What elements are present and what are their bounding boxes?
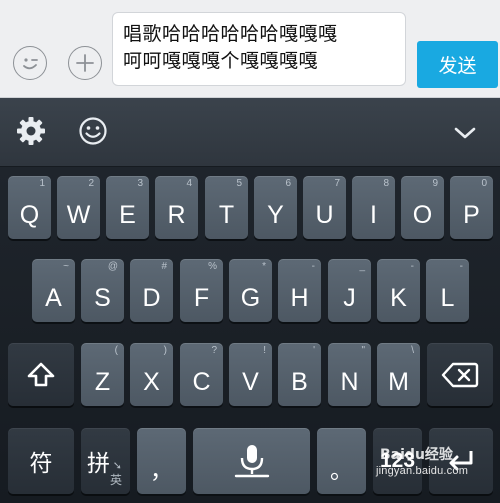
key-z[interactable]: (Z — [81, 343, 124, 406]
key-a[interactable]: ~ A — [32, 259, 75, 322]
key-m[interactable]: \ M — [377, 343, 420, 406]
key-r[interactable]: 4R — [155, 176, 198, 239]
keyboard-emoji-button[interactable] — [76, 114, 110, 148]
message-input[interactable]: 唱歌哈哈哈哈哈哈嘎嘎嘎 呵呵嘎嘎嘎个嘎嘎嘎嘎 — [112, 12, 406, 86]
message-composer: 唱歌哈哈哈哈哈哈嘎嘎嘎 呵呵嘎嘎嘎个嘎嘎嘎嘎 发送 — [0, 0, 500, 98]
key-w[interactable]: 2W — [57, 176, 100, 239]
key-o[interactable]: 9O — [401, 176, 444, 239]
key-x[interactable]: ) X — [130, 343, 173, 406]
key-i[interactable]: 8I — [352, 176, 395, 239]
more-options-button[interactable] — [68, 46, 102, 80]
key-g[interactable]: * G — [229, 259, 272, 322]
emoji-button[interactable] — [13, 46, 47, 80]
backspace-icon — [441, 362, 479, 387]
key-e[interactable]: 3E — [106, 176, 149, 239]
chevron-down-icon — [454, 127, 476, 139]
key-v[interactable]: ! V — [229, 343, 272, 406]
plus-icon — [76, 54, 94, 72]
emoji-wink-icon — [23, 58, 38, 70]
key-b[interactable]: ' B — [278, 343, 321, 406]
watermark-brand: Baidu经验 — [380, 447, 453, 463]
key-y[interactable]: 6Y — [254, 176, 297, 239]
key-h[interactable]: -H — [278, 259, 321, 322]
key-j[interactable]: _ J — [328, 259, 371, 322]
key-q[interactable]: 1Q — [8, 176, 51, 239]
key-k[interactable]: -K — [377, 259, 420, 322]
keyboard-toolbar — [0, 98, 500, 167]
key-n[interactable]: " N — [328, 343, 371, 406]
collapse-keyboard-button[interactable] — [450, 118, 480, 148]
comma-key[interactable]: ， — [137, 428, 186, 494]
smiley-icon — [79, 117, 107, 145]
message-line-1: 唱歌哈哈哈哈哈哈嘎嘎嘎 — [123, 23, 338, 45]
backspace-key[interactable] — [427, 343, 493, 406]
period-key[interactable]: 。 — [317, 428, 366, 494]
key-t[interactable]: 5T — [205, 176, 248, 239]
send-button[interactable]: 发送 — [417, 41, 498, 88]
space-key[interactable] — [193, 428, 310, 494]
message-line-2: 呵呵嘎嘎嘎个嘎嘎嘎嘎 — [123, 50, 319, 72]
key-f[interactable]: % F — [180, 259, 223, 322]
key-u[interactable]: 7U — [303, 176, 346, 239]
key-d[interactable]: # D — [130, 259, 173, 322]
keyboard-settings-button[interactable] — [14, 114, 48, 148]
key-s[interactable]: @ S — [81, 259, 124, 322]
shift-arrow-icon — [27, 362, 55, 386]
gear-icon — [17, 117, 45, 145]
shift-key[interactable] — [8, 343, 74, 406]
watermark-url: jingyan.baidu.com — [376, 465, 469, 477]
key-p[interactable]: 0P — [450, 176, 493, 239]
symbols-key[interactable]: 符 — [8, 428, 74, 494]
pinyin-toggle-key[interactable]: 拼 ➘ 英 — [81, 428, 130, 494]
microphone-icon — [234, 445, 269, 478]
key-c[interactable]: ? C — [180, 343, 223, 406]
key-l[interactable]: -L — [426, 259, 469, 322]
